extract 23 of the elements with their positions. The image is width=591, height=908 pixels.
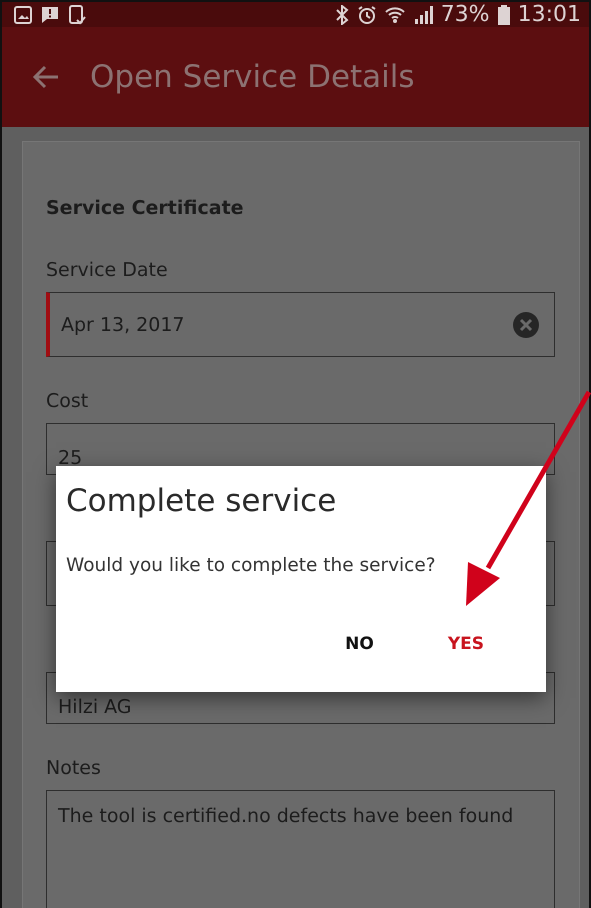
dialog-title: Complete service: [66, 482, 338, 521]
section-heading: Service Certificate: [46, 196, 245, 220]
notes-field[interactable]: The tool is certified.no defects have been found: [46, 790, 555, 908]
clear-icon[interactable]: [512, 310, 540, 338]
input-field[interactable]: Apr 13, 2017: [46, 292, 555, 357]
message-alert-icon: [40, 4, 60, 24]
image-icon: [14, 6, 32, 24]
back-icon[interactable]: [32, 65, 60, 89]
dialog-message: Would you like to complete the service?: [66, 554, 437, 578]
field-label: Service Date: [46, 258, 169, 283]
battery-percent: 73%: [440, 2, 490, 27]
wifi-icon: [384, 6, 405, 24]
battery-icon: [498, 4, 510, 24]
field-label: Notes: [46, 756, 102, 781]
field-label: Cost: [46, 389, 90, 414]
screen-title: Open Service Details: [90, 59, 415, 95]
confirm-button[interactable]: YES: [444, 626, 488, 662]
cancel-button[interactable]: NO: [341, 626, 378, 662]
clock: 13:01: [518, 2, 581, 27]
signal-icon: [412, 4, 433, 24]
alarm-clock-icon: [356, 4, 377, 24]
tablet-check-icon: [68, 4, 86, 24]
bluetooth-icon: [334, 4, 349, 24]
